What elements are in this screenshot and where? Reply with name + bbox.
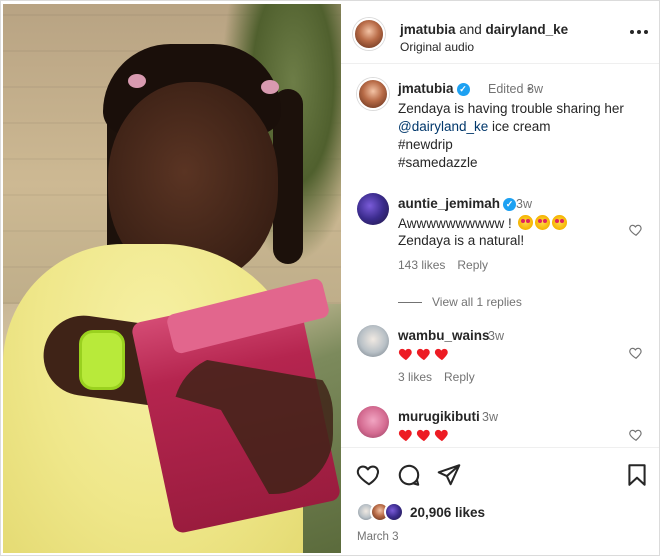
more-options-icon[interactable] (629, 24, 649, 40)
star-struck-emoji (534, 215, 550, 230)
verified-badge-icon: ✓ (503, 198, 517, 211)
reply-button[interactable]: Reply (457, 258, 488, 272)
caption-line-1: Zendaya is having trouble sharing her (398, 101, 624, 116)
heart-outline-icon[interactable] (629, 428, 643, 442)
caption-line-2-text: ice cream (488, 119, 551, 134)
commenter-username[interactable]: auntie_jemimah ✓ (398, 196, 517, 211)
red-heart-emoji (434, 429, 448, 442)
comment-text-2: Zendaya is a natural! (398, 233, 525, 248)
red-heart-emoji (416, 348, 430, 361)
comment-meta: 3 likes Reply (398, 370, 487, 384)
audio-link[interactable]: Original audio (400, 40, 474, 54)
commenter-avatar[interactable] (357, 406, 389, 438)
author-avatar[interactable] (353, 18, 385, 50)
comment-time[interactable]: 3w (488, 329, 504, 343)
reply-button[interactable]: Reply (444, 370, 475, 384)
mention-link[interactable]: @dairyland_ke (398, 119, 488, 134)
view-replies-text: View all 1 replies (432, 295, 522, 309)
hashtag-link-samedazzle[interactable]: #samedazzle (398, 155, 478, 170)
comment-bubble-icon[interactable] (396, 462, 422, 488)
authors-conjunction: and (455, 22, 486, 37)
post-side-panel: jmatubia and dairyland_ke Original audio… (341, 4, 659, 553)
commenter-avatar[interactable] (357, 193, 389, 225)
post-date[interactable]: March 3 (357, 531, 399, 543)
edited-label: Edited • (488, 82, 531, 96)
commenter-avatar[interactable] (357, 325, 389, 357)
view-replies-button[interactable]: View all 1 replies (398, 295, 522, 309)
comment-likes[interactable]: 3 likes (398, 370, 432, 384)
comment-time[interactable]: 3w (516, 197, 532, 211)
edited-text: Edited (488, 82, 524, 96)
green-watch (79, 330, 125, 390)
red-heart-emoji (434, 348, 448, 361)
likes-count[interactable]: 20,906 likes (410, 505, 485, 520)
commenter-username-text: auntie_jemimah (398, 196, 501, 211)
post-header: jmatubia and dairyland_ke Original audio (341, 4, 659, 64)
heart-outline-icon[interactable] (629, 346, 643, 360)
paper-plane-icon[interactable] (436, 462, 462, 488)
star-struck-emoji (517, 215, 533, 230)
commenter-username[interactable]: murugikibuti (398, 409, 480, 424)
author-username[interactable]: jmatubia (400, 22, 456, 37)
comment-text-1: Awwwwwwwwww ! (398, 216, 512, 231)
post-authors: jmatubia and dairyland_ke (400, 22, 568, 37)
red-heart-emoji (416, 429, 430, 442)
comment-text: Awwwwwwwwww ! (398, 215, 567, 231)
red-heart-emoji (398, 348, 412, 361)
bookmark-icon[interactable] (624, 462, 650, 488)
comment-hearts (398, 346, 452, 361)
comment-meta: 143 likes Reply (398, 258, 500, 272)
hashtag-link-newdrip[interactable]: #newdrip (398, 137, 453, 152)
comment-likes[interactable]: 143 likes (398, 258, 445, 272)
liker-avatar (384, 502, 404, 522)
caption-avatar[interactable] (357, 78, 389, 110)
caption-time[interactable]: 3w (527, 82, 543, 96)
coauthor-username[interactable]: dairyland_ke (486, 22, 569, 37)
commenter-username[interactable]: wambu_wains (398, 328, 490, 343)
replies-dash (398, 302, 422, 303)
red-heart-emoji (398, 429, 412, 442)
post-actions: 20,906 likes March 3 (341, 447, 659, 553)
comment-time[interactable]: 3w (482, 410, 498, 424)
caption-username-text: jmatubia (398, 81, 454, 96)
heart-outline-icon[interactable] (629, 223, 643, 237)
verified-badge-icon: ✓ (456, 83, 470, 96)
hair-tie-left (128, 74, 146, 88)
comments-list[interactable]: jmatubia ✓ Edited • 3w Zendaya is having … (341, 65, 659, 447)
caption-line-2: @dairyland_ke ice cream (398, 119, 551, 134)
comment-hearts (398, 427, 452, 442)
hair-tie-right (261, 80, 279, 94)
caption-username[interactable]: jmatubia ✓ (398, 81, 470, 96)
heart-outline-icon[interactable] (356, 462, 382, 488)
post-photo[interactable] (3, 4, 341, 553)
star-struck-emoji (551, 215, 567, 230)
